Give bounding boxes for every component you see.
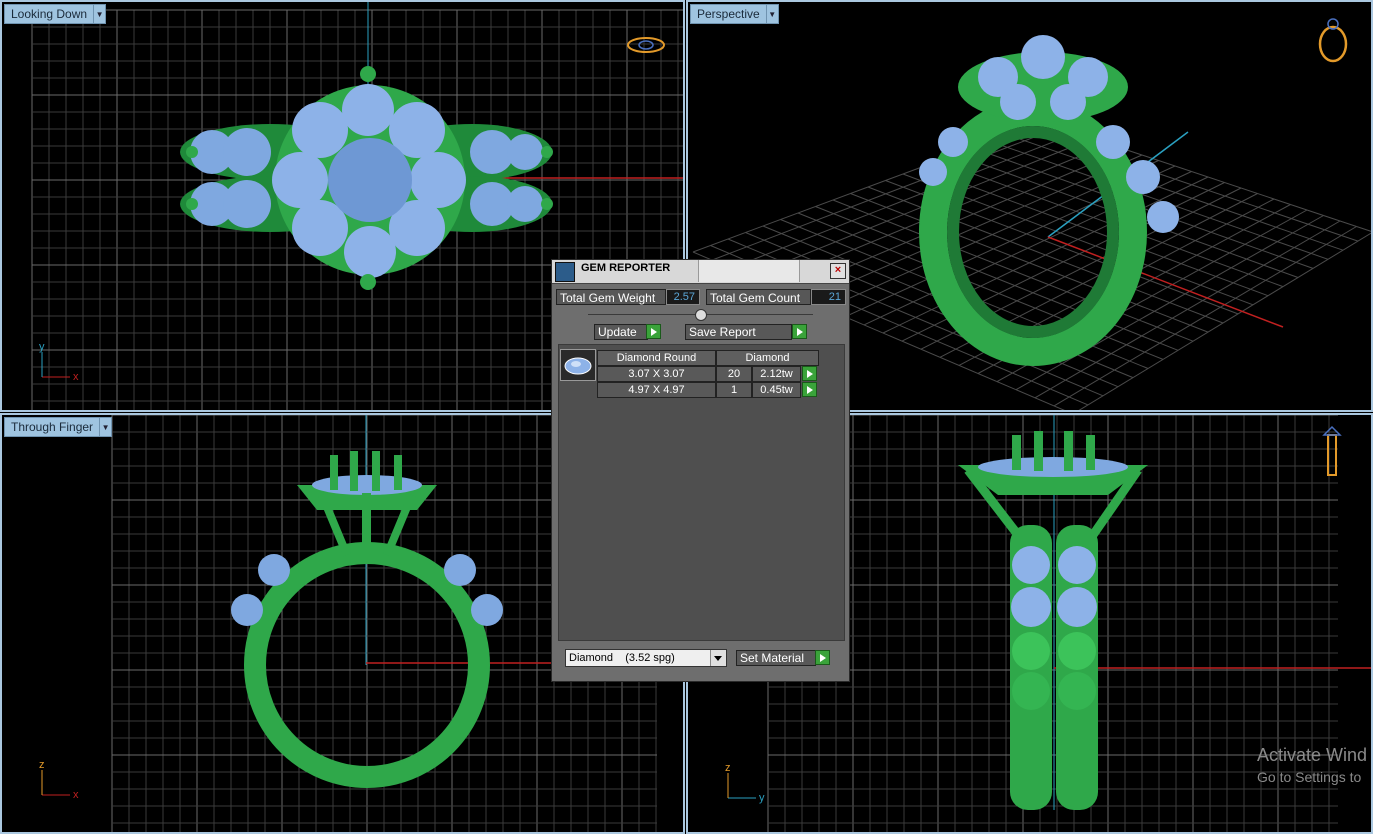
chevron-down-icon[interactable]: ▼ — [765, 5, 778, 23]
axis-y-label: y — [39, 341, 45, 353]
material-select[interactable]: Diamond (3.52 spg) — [565, 649, 727, 667]
chevron-down-icon[interactable]: ▼ — [93, 5, 105, 23]
diamond-thumbnail — [560, 349, 596, 381]
ring-model-perspective[interactable] — [919, 35, 1179, 366]
activate-windows-subtext: Go to Settings to — [1257, 769, 1362, 785]
diamond-icon — [564, 357, 592, 375]
row-go-icon[interactable] — [802, 366, 817, 381]
update-button[interactable]: Update — [594, 324, 648, 340]
save-report-button[interactable]: Save Report — [685, 324, 792, 340]
viewport-label-text: Through Finger — [11, 420, 94, 434]
viewport-label-looking-down[interactable]: Looking Down ▼ — [4, 4, 107, 24]
chevron-down-icon[interactable]: ▼ — [99, 418, 111, 436]
row-size: 3.07 X 3.07 — [597, 366, 716, 382]
row-weight: 0.45tw — [752, 382, 801, 398]
axis-z-label: z — [39, 759, 45, 771]
splitter-handle-icon[interactable] — [695, 309, 707, 321]
save-report-go-icon[interactable] — [792, 324, 807, 339]
total-count-value: 21 — [811, 289, 846, 305]
close-button[interactable]: × — [830, 263, 846, 279]
viewport-label-perspective[interactable]: Perspective ▼ — [690, 4, 779, 24]
viewport-label-through-finger[interactable]: Through Finger ▼ — [4, 417, 113, 437]
gem-reporter-dialog[interactable]: GEM REPORTER × Total Gem Weight 2.57 Tot… — [551, 259, 850, 682]
axis-x-label: x — [73, 371, 79, 383]
titlebar-tab — [698, 260, 800, 282]
ring-orientation-icon — [1322, 425, 1342, 476]
row-size: 4.97 X 4.97 — [597, 382, 716, 398]
total-weight-value: 2.57 — [666, 289, 700, 305]
viewport-label-text: Looking Down — [11, 7, 88, 21]
viewport-label-text: Perspective — [697, 7, 760, 21]
material-select-value: Diamond (3.52 spg) — [569, 652, 675, 664]
axis-z-label: z — [725, 762, 731, 774]
row-count: 1 — [716, 382, 752, 398]
chevron-down-icon[interactable] — [710, 650, 726, 666]
axis-x-label: x — [73, 789, 79, 801]
total-weight-label: Total Gem Weight — [556, 289, 666, 305]
update-go-icon[interactable] — [646, 324, 661, 339]
total-count-label: Total Gem Count — [706, 289, 811, 305]
set-material-button[interactable]: Set Material — [736, 650, 816, 666]
dialog-title: GEM REPORTER — [581, 262, 671, 274]
axis-y-label: y — [759, 792, 765, 804]
ring-orientation-icon — [1318, 18, 1348, 63]
set-material-go-icon[interactable] — [815, 650, 830, 665]
table-header-material: Diamond — [716, 350, 819, 366]
gem-reporter-icon — [555, 262, 575, 282]
row-go-icon[interactable] — [802, 382, 817, 397]
activate-windows-watermark: Activate Wind — [1257, 745, 1368, 765]
ring-model-side[interactable] — [958, 431, 1148, 810]
row-count: 20 — [716, 366, 752, 382]
row-weight: 2.12tw — [752, 366, 801, 382]
dialog-titlebar[interactable]: GEM REPORTER × — [552, 260, 849, 284]
table-header-shape: Diamond Round — [597, 350, 716, 366]
ring-orientation-icon — [627, 37, 665, 53]
